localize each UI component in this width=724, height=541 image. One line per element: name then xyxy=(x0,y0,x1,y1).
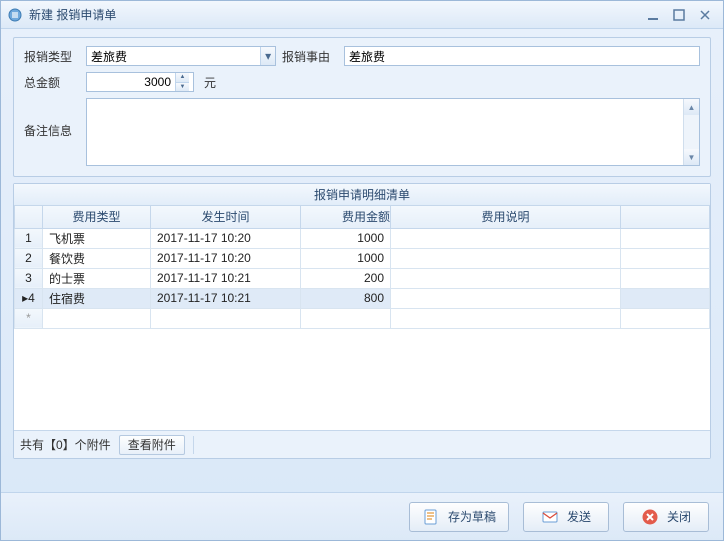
attachment-bar: 共有【0】个附件 查看附件 xyxy=(14,430,710,458)
cell-amount[interactable]: 1000 xyxy=(301,228,391,248)
document-icon xyxy=(422,508,440,526)
col-time[interactable]: 发生时间 xyxy=(151,206,301,228)
send-label: 发送 xyxy=(567,508,591,525)
table-row[interactable]: 3 的士票 2017-11-17 10:21 200 xyxy=(15,268,710,288)
attachment-count: 共有【0】个附件 xyxy=(20,436,111,453)
maximize-button[interactable] xyxy=(671,8,687,22)
new-row-marker: * xyxy=(15,308,43,328)
close-button[interactable] xyxy=(697,8,713,22)
app-icon xyxy=(7,7,23,23)
cell-desc[interactable] xyxy=(391,268,621,288)
form-panel: 报销类型 ▾ 报销事由 总金额 ▲ ▼ xyxy=(13,37,711,177)
type-combo[interactable]: ▾ xyxy=(86,46,276,66)
titlebar: 新建 报销申请单 xyxy=(1,1,723,29)
spin-up-icon[interactable]: ▲ xyxy=(176,73,189,83)
spin-down-icon[interactable]: ▼ xyxy=(176,83,189,92)
reason-field[interactable] xyxy=(344,46,700,66)
envelope-icon xyxy=(541,508,559,526)
separator xyxy=(193,436,194,454)
send-button[interactable]: 发送 xyxy=(523,502,609,532)
unit-label: 元 xyxy=(204,74,216,91)
row-num: 1 xyxy=(15,228,43,248)
grid-title: 报销申请明细清单 xyxy=(14,184,710,206)
cell-desc-editing[interactable] xyxy=(391,288,621,308)
reason-label: 报销事由 xyxy=(282,48,338,65)
chevron-down-icon[interactable]: ▾ xyxy=(260,47,275,65)
minimize-button[interactable] xyxy=(645,8,661,22)
detail-grid[interactable]: 费用类型 发生时间 费用金额 费用说明 1 飞机票 2017-11-17 10:… xyxy=(14,206,710,329)
col-rownum xyxy=(15,206,43,228)
row-num: ▸4 xyxy=(15,288,43,308)
remarks-label: 备注信息 xyxy=(24,98,80,139)
cell-type[interactable]: 餐饮费 xyxy=(43,248,151,268)
cell-time[interactable]: 2017-11-17 10:20 xyxy=(151,228,301,248)
total-spinner[interactable]: ▲ ▼ xyxy=(86,72,194,92)
col-amount[interactable]: 费用金额 xyxy=(301,206,391,228)
table-row[interactable]: 1 飞机票 2017-11-17 10:20 1000 xyxy=(15,228,710,248)
cell-time[interactable]: 2017-11-17 10:20 xyxy=(151,248,301,268)
save-draft-button[interactable]: 存为草稿 xyxy=(409,502,509,532)
scroll-down-icon[interactable]: ▼ xyxy=(684,149,699,165)
col-type[interactable]: 费用类型 xyxy=(43,206,151,228)
cell-type[interactable]: 住宿费 xyxy=(43,288,151,308)
footer-bar: 存为草稿 发送 关闭 xyxy=(1,492,723,540)
scroll-track[interactable] xyxy=(684,115,699,149)
table-row[interactable]: 2 餐饮费 2017-11-17 10:20 1000 xyxy=(15,248,710,268)
col-spacer xyxy=(621,206,710,228)
row-num: 3 xyxy=(15,268,43,288)
close-icon xyxy=(641,508,659,526)
cell-type[interactable]: 飞机票 xyxy=(43,228,151,248)
window-title: 新建 报销申请单 xyxy=(29,6,116,23)
save-draft-label: 存为草稿 xyxy=(448,508,496,525)
view-attachments-button[interactable]: 查看附件 xyxy=(119,435,185,455)
remarks-textarea[interactable] xyxy=(87,99,683,165)
type-input[interactable] xyxy=(87,47,260,65)
type-label: 报销类型 xyxy=(24,48,80,65)
total-input[interactable] xyxy=(87,73,175,91)
scrollbar[interactable]: ▲ ▼ xyxy=(683,99,699,165)
cell-amount[interactable]: 200 xyxy=(301,268,391,288)
cell-time[interactable]: 2017-11-17 10:21 xyxy=(151,268,301,288)
row-num: 2 xyxy=(15,248,43,268)
table-row-selected[interactable]: ▸4 住宿费 2017-11-17 10:21 800 xyxy=(15,288,710,308)
cell-amount[interactable]: 800 xyxy=(301,288,391,308)
cell-amount[interactable]: 1000 xyxy=(301,248,391,268)
total-label: 总金额 xyxy=(24,74,80,91)
cell-type[interactable]: 的士票 xyxy=(43,268,151,288)
cell-time[interactable]: 2017-11-17 10:21 xyxy=(151,288,301,308)
close-dialog-button[interactable]: 关闭 xyxy=(623,502,709,532)
reason-input[interactable] xyxy=(345,47,699,65)
close-label: 关闭 xyxy=(667,508,691,525)
remarks-field[interactable]: ▲ ▼ xyxy=(86,98,700,166)
cell-desc[interactable] xyxy=(391,228,621,248)
cell-desc[interactable] xyxy=(391,248,621,268)
col-desc[interactable]: 费用说明 xyxy=(391,206,621,228)
table-row-new[interactable]: * xyxy=(15,308,710,328)
scroll-up-icon[interactable]: ▲ xyxy=(684,99,699,115)
grid-panel: 报销申请明细清单 费用类型 发生时间 费用金额 费用说明 xyxy=(13,183,711,459)
